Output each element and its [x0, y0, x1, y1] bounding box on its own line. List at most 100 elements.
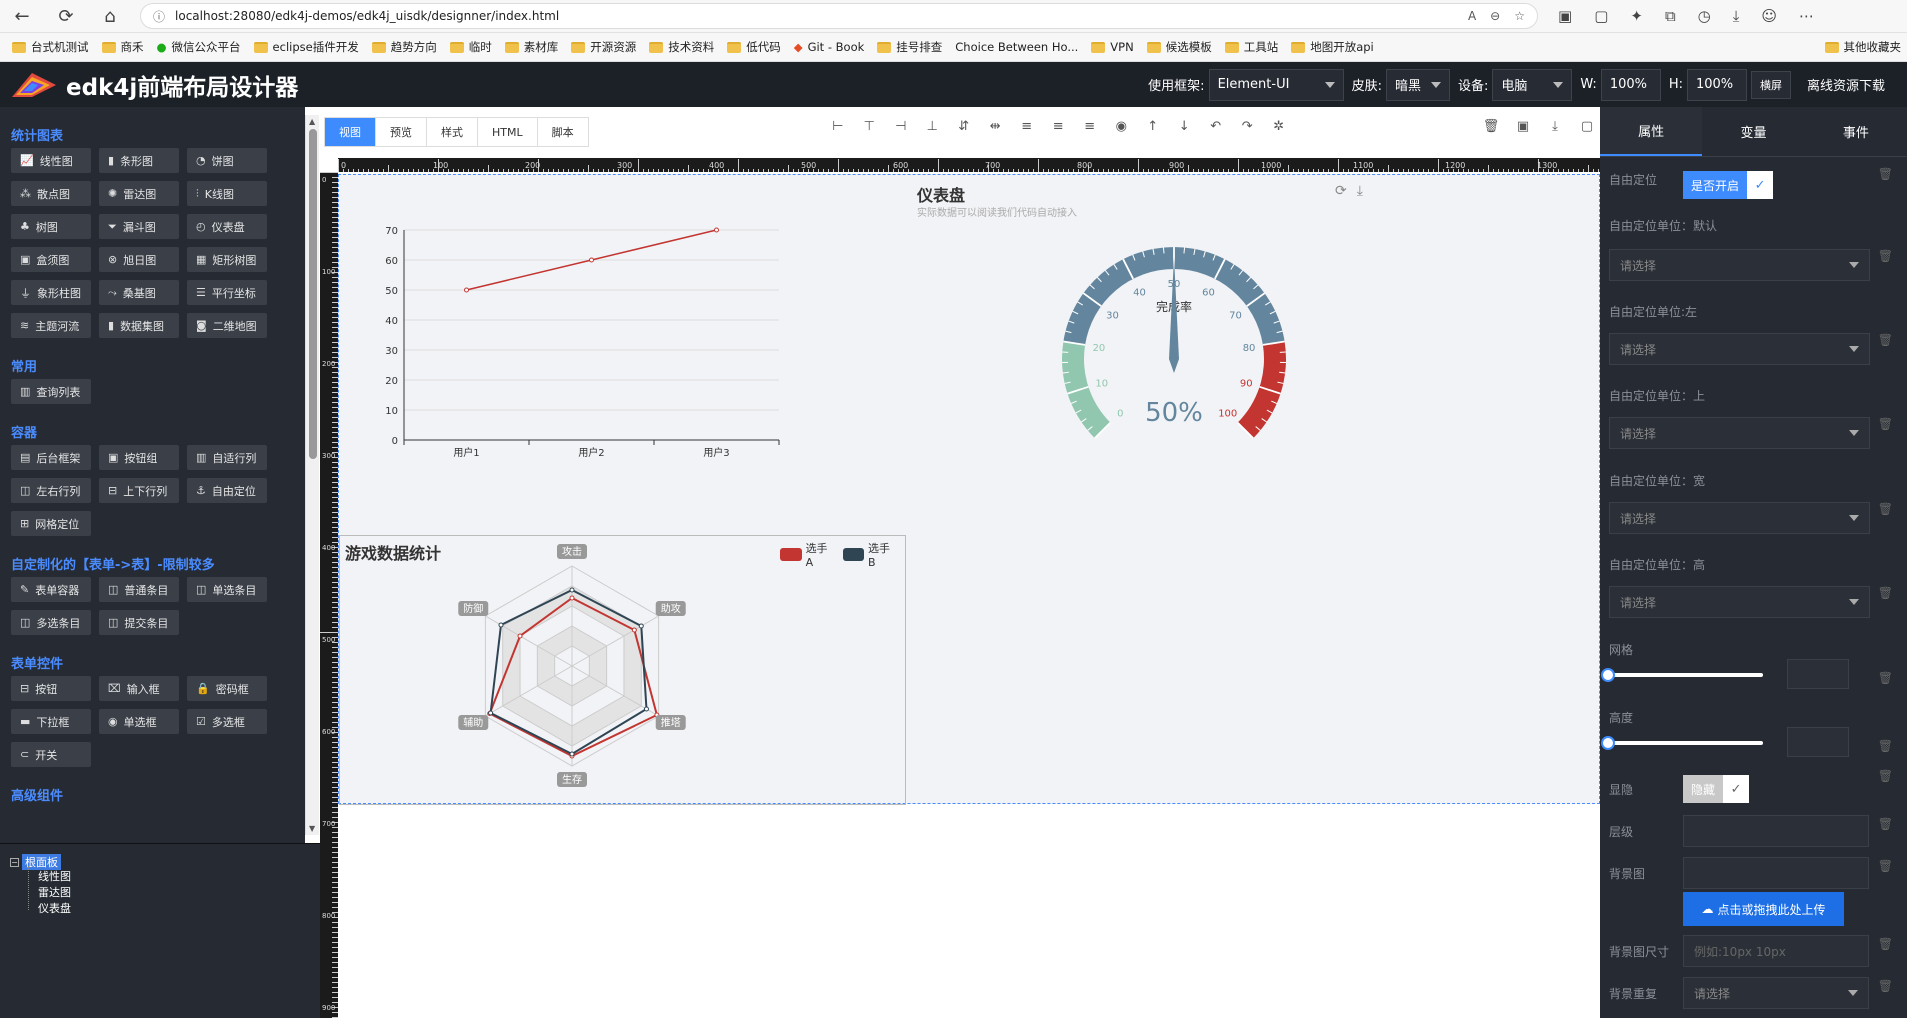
tab-view[interactable]: 视图: [325, 118, 376, 146]
home-icon[interactable]: ⌂: [88, 6, 132, 27]
widget-button[interactable]: 📈线性图: [11, 148, 91, 173]
widget-button[interactable]: 🔒密码框: [187, 676, 267, 701]
unit-left-select[interactable]: 请选择: [1609, 333, 1870, 365]
scrollbar-thumb[interactable]: [309, 129, 317, 459]
align-left-icon[interactable]: ⊢: [822, 119, 854, 134]
delete-icon[interactable]: 🗑: [1878, 817, 1893, 831]
favorite-icon[interactable]: ☆: [1514, 9, 1525, 23]
widget-button[interactable]: ▣按钮组: [99, 445, 179, 470]
download-icon[interactable]: ⤓: [1733, 7, 1740, 25]
delete-icon[interactable]: 🗑: [1878, 167, 1893, 181]
delete-icon[interactable]: 🗑: [1878, 249, 1893, 263]
slider-handle[interactable]: [1601, 736, 1615, 750]
gauge-chart[interactable]: 0102030405060708090100完成率50%: [1024, 209, 1324, 509]
bookmark-item[interactable]: 挂号排查: [877, 39, 942, 55]
height-input[interactable]: 100%: [1687, 69, 1747, 101]
arrow-up-icon[interactable]: ↑: [1137, 119, 1169, 134]
reload-icon[interactable]: ⟳: [44, 6, 88, 27]
text-center-icon[interactable]: ≡: [1043, 119, 1075, 134]
delete-icon[interactable]: 🗑: [1878, 417, 1893, 431]
widget-button[interactable]: ◫单选条目: [187, 577, 267, 602]
text-right-icon[interactable]: ≡: [1074, 119, 1106, 134]
scroll-down-icon[interactable]: ▼: [309, 824, 315, 833]
widget-button[interactable]: ⁂散点图: [11, 181, 91, 206]
widget-button[interactable]: ⏚象形柱图: [11, 280, 91, 305]
widget-button[interactable]: ◫普通条目: [99, 577, 179, 602]
widget-button[interactable]: ⊂开关: [11, 742, 91, 767]
tree-item-line-chart[interactable]: 线性图: [38, 868, 71, 884]
tree-item-gauge[interactable]: 仪表盘: [38, 900, 71, 916]
widget-button[interactable]: ⊞网格定位: [11, 511, 91, 536]
target-icon[interactable]: ◉: [1106, 119, 1138, 134]
address-bar[interactable]: ⓘ localhost:28080/edk4j-demos/edk4j_uisd…: [140, 3, 1538, 29]
unit-height-select[interactable]: 请选择: [1609, 586, 1870, 618]
collapse-icon[interactable]: −: [10, 858, 19, 867]
widget-button[interactable]: ◉单选框: [99, 709, 179, 734]
tab-html[interactable]: HTML: [478, 118, 538, 146]
collections-icon[interactable]: ⧉: [1665, 7, 1676, 25]
back-icon[interactable]: ←: [0, 6, 44, 27]
skin-select[interactable]: 暗黑: [1386, 69, 1450, 101]
delete-icon[interactable]: 🗑: [1878, 333, 1893, 347]
upload-button[interactable]: ☁点击或拖拽此处上传: [1683, 892, 1844, 926]
delete-icon[interactable]: 🗑: [1878, 586, 1893, 600]
widget-button[interactable]: ▦矩形树图: [187, 247, 267, 272]
bookmark-item[interactable]: 工具站: [1225, 39, 1279, 55]
framework-select[interactable]: Element-UI: [1209, 69, 1344, 101]
bookmark-item[interactable]: Choice Between Ho...: [955, 40, 1078, 54]
tab-properties[interactable]: 属性: [1600, 107, 1702, 156]
widget-button[interactable]: ≋主题河流: [11, 313, 91, 338]
other-bookmarks[interactable]: 其他收藏夹: [1825, 39, 1907, 55]
widget-button[interactable]: ◫多选条目: [11, 610, 91, 635]
delete-icon[interactable]: 🗑: [1878, 859, 1893, 873]
tab-preview[interactable]: 预览: [376, 118, 427, 146]
widget-button[interactable]: ◔饼图: [187, 148, 267, 173]
widget-button[interactable]: ⫶K线图: [187, 181, 267, 206]
align-bottom-icon[interactable]: ⊥: [917, 119, 949, 134]
export-icon[interactable]: ⤓: [1539, 119, 1571, 134]
debug-icon[interactable]: ✲: [1263, 119, 1295, 134]
align-vcenter-icon[interactable]: ⇵: [948, 119, 980, 134]
bg-image-input[interactable]: [1683, 857, 1869, 889]
radar-chart-panel[interactable]: 游戏数据统计 选手A 选手B 攻击助攻推塔生存辅助防御: [339, 535, 906, 805]
preview-icon[interactable]: ▢: [1571, 119, 1603, 134]
redo-icon[interactable]: ↷: [1232, 119, 1264, 134]
save-icon[interactable]: ▣: [1507, 119, 1539, 134]
history-icon[interactable]: ◷: [1698, 7, 1711, 25]
unit-default-select[interactable]: 请选择: [1609, 249, 1870, 281]
delete-icon[interactable]: 🗑: [1878, 671, 1893, 685]
zindex-input[interactable]: [1683, 815, 1869, 847]
scroll-up-icon[interactable]: ▲: [309, 117, 315, 126]
free-pos-toggle[interactable]: 是否开启✓: [1683, 171, 1773, 199]
height-input[interactable]: [1787, 727, 1849, 757]
bookmark-item[interactable]: 临时: [450, 39, 492, 55]
widget-button[interactable]: ✎表单容器: [11, 577, 91, 602]
widget-button[interactable]: ✺雷达图: [99, 181, 179, 206]
bookmark-item[interactable]: 低代码: [727, 39, 781, 55]
zoom-icon[interactable]: ⊖: [1490, 9, 1500, 23]
widget-scrollbar[interactable]: ▲ ▼: [305, 115, 319, 835]
widget-button[interactable]: ▥查询列表: [11, 379, 91, 404]
puzzle-icon[interactable]: ✦: [1630, 7, 1643, 25]
grid-input[interactable]: [1787, 659, 1849, 689]
arrow-down-icon[interactable]: ↓: [1169, 119, 1201, 134]
delete-icon[interactable]: 🗑: [1878, 937, 1893, 951]
height-slider[interactable]: [1607, 741, 1763, 745]
widget-button[interactable]: ⊟按钮: [11, 676, 91, 701]
delete-icon[interactable]: 🗑: [1878, 739, 1893, 753]
unit-top-select[interactable]: 请选择: [1609, 417, 1870, 449]
refresh-icon[interactable]: ⟳: [1335, 183, 1347, 199]
widget-button[interactable]: ◫提交条目: [99, 610, 179, 635]
device-select[interactable]: 电脑: [1492, 69, 1572, 101]
undo-icon[interactable]: ↶: [1200, 119, 1232, 134]
widget-button[interactable]: ⊗旭日图: [99, 247, 179, 272]
widget-button[interactable]: ⌧输入框: [99, 676, 179, 701]
tab-events[interactable]: 事件: [1805, 107, 1907, 156]
bookmark-item[interactable]: eclipse插件开发: [254, 39, 359, 55]
bookmark-item[interactable]: ●微信公众平台: [157, 39, 241, 55]
slider-handle[interactable]: [1601, 668, 1615, 682]
read-aloud-icon[interactable]: A: [1468, 9, 1476, 23]
widget-button[interactable]: ▮数据集图: [99, 313, 179, 338]
widget-button[interactable]: ⊟上下行列: [99, 478, 179, 503]
align-right-icon[interactable]: ⊣: [885, 119, 917, 134]
